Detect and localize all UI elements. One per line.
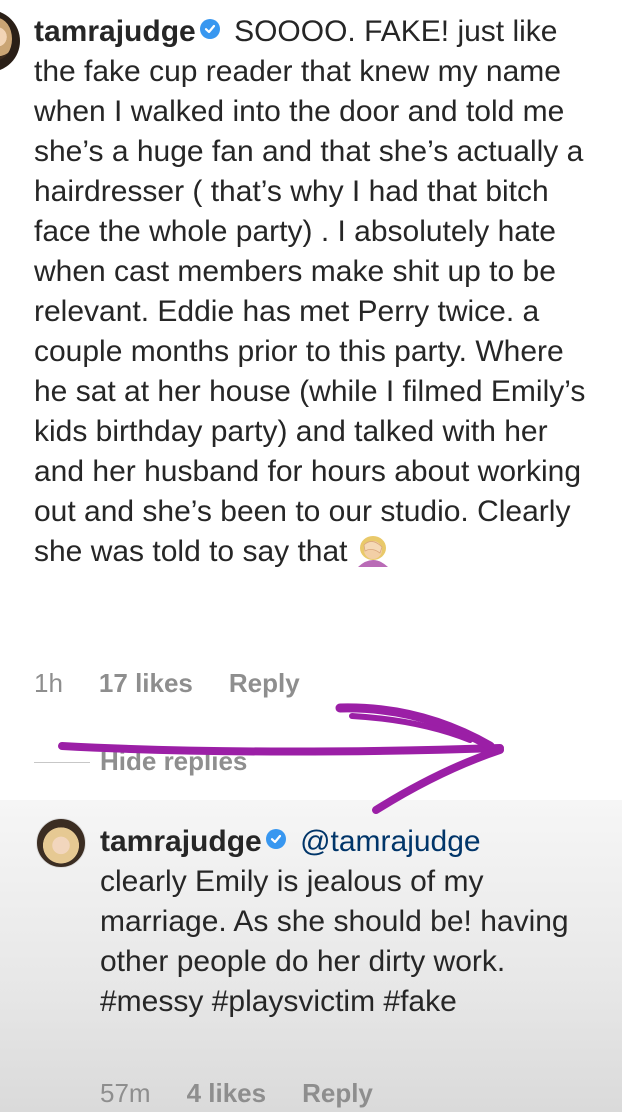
reply-username[interactable]: tamrajudge [100, 825, 262, 858]
comment-username[interactable]: tamrajudge [34, 15, 196, 48]
verified-badge-icon [265, 829, 286, 849]
reply-avatar[interactable] [36, 818, 86, 868]
reply-likes[interactable]: 4 likes [187, 1078, 267, 1109]
reply-text: clearly Emily is jealous of my marriage.… [100, 865, 569, 1018]
annotation-arrow-icon [58, 703, 504, 814]
comment-body: tamrajudge SOOOO. FAKE! just like the fa… [34, 12, 604, 572]
reply-meta: 57m 4 likes Reply [100, 1078, 409, 1109]
comment-avatar[interactable] [0, 10, 20, 72]
facepalm-icon [354, 533, 392, 567]
verified-badge-icon [199, 19, 220, 39]
reply-reply-button[interactable]: Reply [302, 1078, 373, 1109]
reply-timestamp: 57m [100, 1078, 151, 1108]
reply-mention-link[interactable]: @tamrajudge [300, 825, 481, 858]
comment-text: SOOOO. FAKE! just like the fake cup read… [34, 15, 586, 568]
reply-body: tamrajudge @tamrajudge clearly Emily is … [100, 822, 600, 1022]
